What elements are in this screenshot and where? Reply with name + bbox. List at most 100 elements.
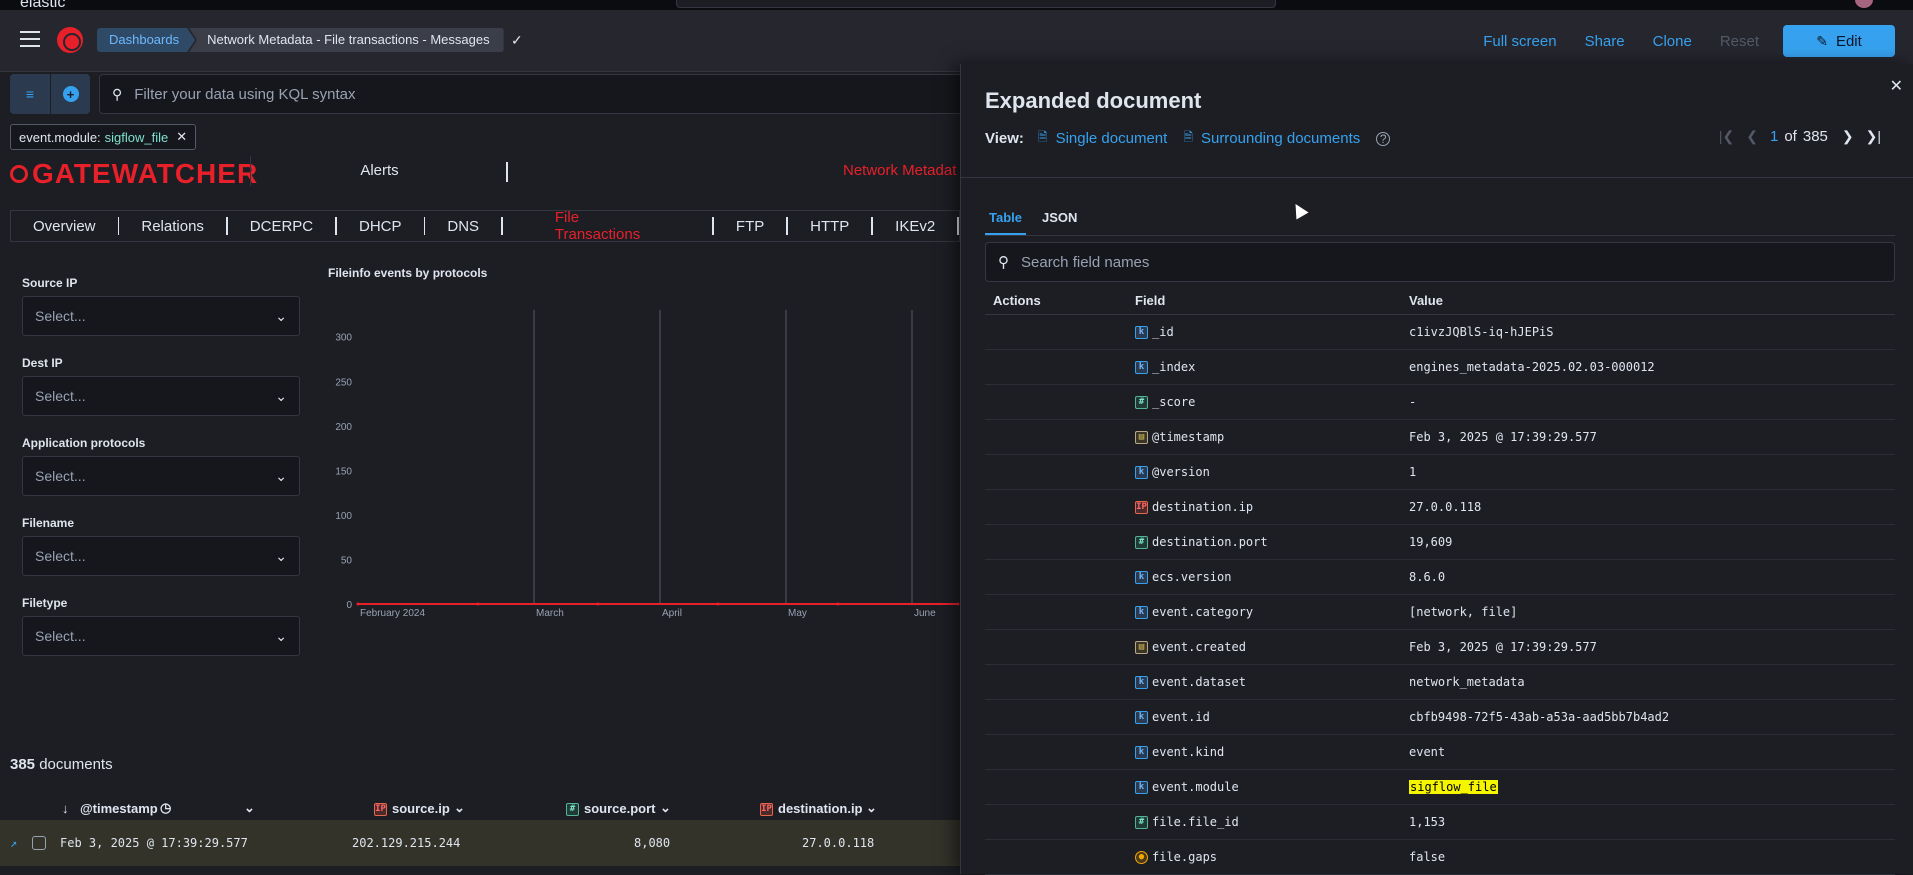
chevron-down-icon: ⌄ xyxy=(275,627,287,644)
chevron-down-icon[interactable]: ⌄ xyxy=(244,800,255,816)
cell-source-ip: 202.129.215.244 xyxy=(352,836,461,850)
chevron-down-icon: ⌄ xyxy=(275,467,287,484)
ip-type-icon: IP xyxy=(760,802,773,816)
chevron-down-icon[interactable]: ⌄ xyxy=(660,800,671,816)
field-name: _score xyxy=(1152,395,1196,409)
field-value: [network, file] xyxy=(1409,605,1518,619)
breadcrumb: Dashboards Network Metadata - File trans… xyxy=(97,28,504,52)
col-source-port[interactable]: source.port xyxy=(584,801,656,816)
brand-logo[interactable] xyxy=(57,27,83,53)
chevron-down-icon[interactable]: ⌄ xyxy=(454,800,465,816)
col-field: Field xyxy=(1135,293,1166,308)
flyout-title: Expanded document xyxy=(985,88,1202,113)
x-tick-label: May xyxy=(788,608,807,619)
field-value: 1 xyxy=(1409,465,1417,479)
controls-panel: Source IP Select... ⌄ Dest IP Select... ⌄ Ap… xyxy=(22,276,300,676)
x-tick-label: February 2024 xyxy=(360,608,425,619)
share-button[interactable]: Share xyxy=(1585,33,1625,50)
chart-svg: 0 50 100 150 200 250 300 February 2024 March Apri… xyxy=(335,310,1058,619)
field-row: k @version 1 xyxy=(985,455,1895,490)
document-icon: 🗎 xyxy=(1183,130,1193,144)
edit-button[interactable]: ✎ Edit xyxy=(1783,25,1895,57)
tab-ftp[interactable]: FTP xyxy=(714,218,786,235)
full-screen-button[interactable]: Full screen xyxy=(1483,33,1556,50)
dest-ip-select[interactable]: Select... ⌄ xyxy=(22,376,300,416)
col-source-ip[interactable]: source.ip xyxy=(392,801,450,816)
dashboard-panel: GATEWATCHER Alerts Network Metadat Overv… xyxy=(0,156,1058,874)
field-name: file.file_id xyxy=(1152,815,1239,829)
breadcrumb-dashboards[interactable]: Dashboards xyxy=(97,28,195,52)
tab-dns[interactable]: DNS xyxy=(425,218,501,235)
field-row: k ecs.version 8.6.0 xyxy=(985,560,1895,595)
control-label: Application protocols xyxy=(22,436,146,450)
first-page-icon[interactable]: |❮ xyxy=(1719,128,1734,145)
x-tick-label: March xyxy=(536,608,564,619)
top-strip: elastic xyxy=(0,0,1913,11)
field-name: @version xyxy=(1152,465,1210,479)
field-row: # _score - xyxy=(985,385,1895,420)
clone-button[interactable]: Clone xyxy=(1653,33,1692,50)
search-icon: ⚲ xyxy=(998,254,1009,271)
avatar[interactable] xyxy=(1855,0,1873,8)
filter-pill[interactable]: event.module: sigflow_file ✕ xyxy=(10,124,197,150)
series-point xyxy=(836,602,840,606)
k-type-icon: k xyxy=(1135,360,1148,374)
col-destination-ip[interactable]: destination.ip xyxy=(778,801,863,816)
network-metadata-link[interactable]: Network Metadat xyxy=(843,162,956,179)
chevron-down-icon: ⌄ xyxy=(275,307,287,324)
expand-icon[interactable]: ↗ xyxy=(10,836,17,850)
chevron-down-icon: ⌄ xyxy=(275,387,287,404)
dashboard-nav-tabs: Overview Relations DCERPC DHCP DNS File … xyxy=(10,209,960,243)
next-page-icon[interactable]: ❯ xyxy=(1842,128,1854,145)
field-value: network_metadata xyxy=(1409,675,1525,689)
add-filter-button[interactable]: + xyxy=(50,74,90,114)
field-row: ● file.gaps false xyxy=(985,840,1895,875)
search-field-names-input[interactable]: ⚲ Search field names xyxy=(985,242,1895,282)
alerts-link[interactable]: Alerts xyxy=(250,156,508,186)
pagination: |❮ ❮ 1 of 385 ❯ ❯| xyxy=(1718,128,1881,145)
app-protocols-select[interactable]: Select... ⌄ xyxy=(22,456,300,496)
filetype-select[interactable]: Select... ⌄ xyxy=(22,616,300,656)
tab-overview[interactable]: Overview xyxy=(11,218,118,235)
global-search[interactable] xyxy=(676,0,1276,8)
tab-ikev2[interactable]: IKEv2 xyxy=(873,218,957,235)
tab-json[interactable]: JSON xyxy=(1038,202,1081,235)
chevron-down-icon[interactable]: ⌄ xyxy=(866,800,877,816)
tab-table[interactable]: Table xyxy=(985,202,1026,235)
col-timestamp[interactable]: @timestamp xyxy=(80,801,158,816)
tab-relations[interactable]: Relations xyxy=(119,218,226,235)
current-page[interactable]: 1 xyxy=(1770,128,1778,145)
field-value: 27.0.0.118 xyxy=(1409,500,1482,514)
prev-page-icon[interactable]: ❮ xyxy=(1746,128,1758,145)
y-tick-label: 300 xyxy=(335,333,352,344)
cell-destination-ip: 27.0.0.118 xyxy=(802,836,875,850)
source-ip-select[interactable]: Select... ⌄ xyxy=(22,296,300,336)
row-checkbox[interactable] xyxy=(32,836,46,850)
field-value: c1ivzJQBlS-iq-hJEPiS xyxy=(1409,325,1554,339)
surrounding-documents-link[interactable]: 🗎 Surrounding documents xyxy=(1183,128,1360,149)
chart-title: Fileinfo events by protocols xyxy=(328,266,488,280)
tab-http[interactable]: HTTP xyxy=(788,218,871,235)
menu-icon[interactable] xyxy=(20,31,40,47)
tab-file-transactions[interactable]: File Transactions xyxy=(503,209,712,243)
close-icon[interactable]: ✕ xyxy=(1890,76,1903,96)
close-icon[interactable]: ✕ xyxy=(176,129,187,145)
filter-value: sigflow_file xyxy=(104,129,169,145)
reset-button[interactable]: Reset xyxy=(1720,33,1759,50)
sort-icon[interactable]: ↓ xyxy=(62,801,69,816)
filter-icon[interactable]: ≡ xyxy=(10,74,50,114)
tab-dcerpc[interactable]: DCERPC xyxy=(228,218,335,235)
single-document-link[interactable]: 🗎 Single document xyxy=(1038,128,1167,149)
help-icon[interactable]: ? xyxy=(1376,131,1391,146)
y-tick-label: 50 xyxy=(341,555,353,566)
last-page-icon[interactable]: ❯| xyxy=(1866,128,1881,145)
table-row[interactable]: ↗ Feb 3, 2025 @ 17:39:29.577 202.129.215… xyxy=(0,820,960,866)
tab-dhcp[interactable]: DHCP xyxy=(337,218,424,235)
field-row: k _id c1ivzJQBlS-iq-hJEPiS xyxy=(985,315,1895,350)
filename-select[interactable]: Select... ⌄ xyxy=(22,536,300,576)
check-icon: ✓ xyxy=(511,32,523,48)
field-name: event.module xyxy=(1152,780,1239,794)
k-type-icon: k xyxy=(1135,710,1148,724)
y-tick-label: 250 xyxy=(335,377,352,388)
kql-search-input[interactable]: ⚲ Filter your data using KQL syntax xyxy=(99,74,969,114)
